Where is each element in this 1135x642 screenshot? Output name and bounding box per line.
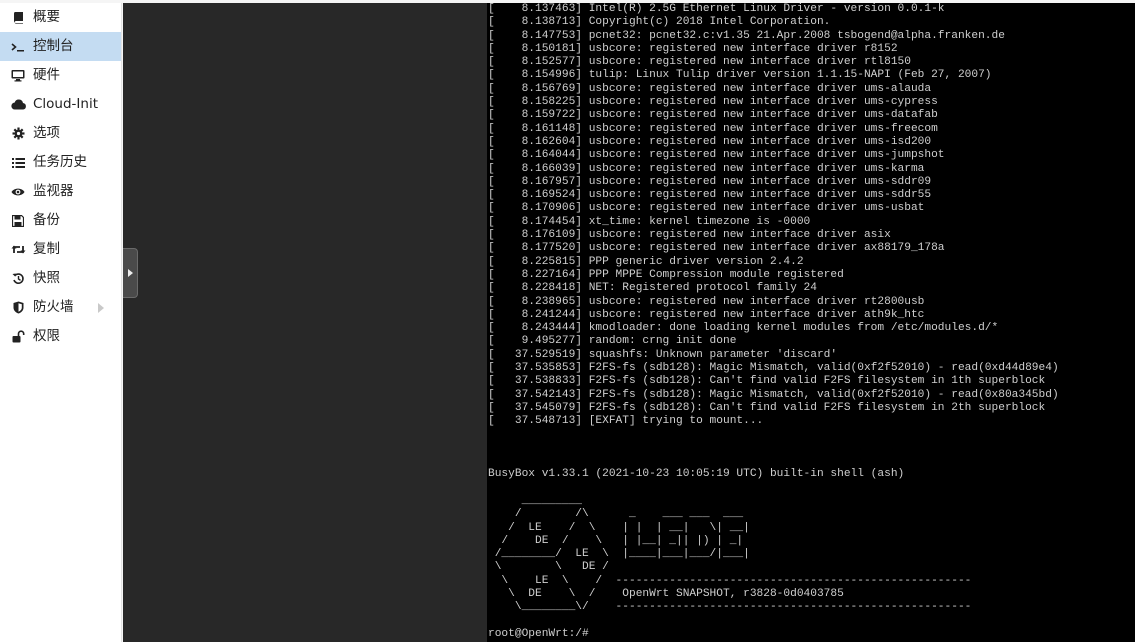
- terminal-line: [ 8.137463] Intel(R) 2.5G Ethernet Linux…: [488, 3, 945, 15]
- terminal-line: root@OpenWrt:/#: [488, 627, 589, 640]
- sidebar-item-label: 权限: [33, 328, 60, 344]
- sidebar-item-9[interactable]: 复制: [0, 235, 121, 264]
- sidebar-item-label: 防火墙: [33, 299, 74, 315]
- sidebar-item-label: 概要: [33, 9, 60, 25]
- sidebar-nav: 概要控制台硬件 Cloud-Init 选项任务历史监视器备份复制快照防火墙权限: [0, 3, 122, 642]
- terminal-line: BusyBox v1.33.1 (2021-10-23 10:05:19 UTC…: [488, 468, 905, 481]
- terminal-line: [ 8.227164] PPP MPPE Compression module …: [488, 268, 844, 281]
- submenu-arrow-icon: [98, 303, 104, 313]
- terminal-icon: [9, 32, 27, 61]
- terminal-line: [ 8.154996] tulip: Linux Tulip driver ve…: [488, 69, 992, 82]
- gear-icon: [9, 119, 27, 148]
- terminal-line: [ 8.138713] Copyright(c) 2018 Intel Corp…: [488, 16, 831, 29]
- terminal-line: [ 37.545079] F2FS-fs (sdb128): Can't fin…: [488, 401, 1046, 414]
- terminal-line: [ 37.548713] [EXFAT] trying to mount...: [488, 415, 764, 428]
- history-icon: [9, 264, 27, 293]
- terminal-line: [ 37.542143] F2FS-fs (sdb128): Magic Mis…: [488, 388, 1059, 401]
- desktop-icon: [9, 61, 27, 90]
- terminal-line: \ LE \ / -------------------------------…: [488, 574, 972, 587]
- terminal-line: \ \ DE /: [488, 561, 609, 574]
- terminal-line: [ 8.170906] usbcore: registered new inte…: [488, 202, 925, 215]
- terminal-line: [ 8.177520] usbcore: registered new inte…: [488, 242, 945, 255]
- sidebar-item-12[interactable]: 权限: [0, 322, 121, 351]
- list-icon: [9, 148, 27, 177]
- sidebar-item-2[interactable]: 控制台: [0, 32, 121, 61]
- terminal-line: / /\ _ ___ ___ ___: [488, 508, 744, 521]
- terminal-line: [ 8.152577] usbcore: registered new inte…: [488, 56, 911, 69]
- terminal-line: \________\/ ----------------------------…: [488, 601, 972, 614]
- sidebar-item-label: 控制台: [33, 38, 74, 54]
- terminal-line: _________: [488, 494, 582, 507]
- eye-icon: [9, 177, 27, 206]
- terminal-line: [ 37.529519] squashfs: Unknown parameter…: [488, 348, 838, 361]
- terminal-line: / DE / \ | |__| _|| |) | _|: [488, 534, 744, 547]
- sidebar-item-label: 硬件: [33, 67, 60, 83]
- terminal-line: [ 8.174454] xt_time: kernel timezone is …: [488, 215, 811, 228]
- sidebar-item-label: 选项: [33, 125, 60, 141]
- terminal-line: [ 8.156769] usbcore: registered new inte…: [488, 82, 932, 95]
- terminal-line: [ 8.162604] usbcore: registered new inte…: [488, 135, 932, 148]
- sidebar-item-11[interactable]: 防火墙: [0, 293, 121, 322]
- terminal-line: [ 8.150181] usbcore: registered new inte…: [488, 42, 898, 55]
- sidebar-item-3[interactable]: 硬件: [0, 61, 121, 90]
- sidebar-item-7[interactable]: 监视器: [0, 177, 121, 206]
- terminal-line: [ 8.225815] PPP generic driver version 2…: [488, 255, 804, 268]
- terminal-line: [ 8.228418] NET: Registered protocol fam…: [488, 282, 817, 295]
- retweet-icon: [9, 235, 27, 264]
- terminal-line: [ 8.243444] kmodloader: done loading ker…: [488, 322, 999, 335]
- terminal-line: [ 8.147753] pcnet32: pcnet32.c:v1.35 21.…: [488, 29, 1005, 42]
- terminal-line: [ 8.176109] usbcore: registered new inte…: [488, 229, 891, 242]
- sidebar-item-label: 监视器: [33, 183, 74, 199]
- sidebar-item-10[interactable]: 快照: [0, 264, 121, 293]
- terminal-line: [ 8.167957] usbcore: registered new inte…: [488, 175, 932, 188]
- sidebar-item-label: 复制: [33, 241, 60, 257]
- terminal-line: [ 8.241244] usbcore: registered new inte…: [488, 308, 925, 321]
- console-terminal[interactable]: [ 8.137463] Intel(R) 2.5G Ethernet Linux…: [487, 3, 1135, 642]
- terminal-line: \ DE \ / OpenWrt SNAPSHOT, r3828-0d04037…: [488, 588, 844, 601]
- unlock-icon: [9, 322, 27, 351]
- terminal-line: / LE / \ | | | __| \| __|: [488, 521, 750, 534]
- book-icon: [9, 3, 27, 32]
- sidebar-item-6[interactable]: 任务历史: [0, 148, 121, 177]
- floppy-icon: [9, 206, 27, 235]
- terminal-line: [ 37.535853] F2FS-fs (sdb128): Magic Mis…: [488, 362, 1059, 375]
- sidebar-collapse-handle[interactable]: [123, 248, 138, 298]
- sidebar-item-label: Cloud-Init: [33, 96, 99, 112]
- sidebar-item-1[interactable]: 概要: [0, 3, 121, 32]
- cloud-icon: [9, 90, 27, 119]
- terminal-line: [ 8.238965] usbcore: registered new inte…: [488, 295, 925, 308]
- terminal-output: [ 8.137463] Intel(R) 2.5G Ethernet Linux…: [487, 3, 1135, 641]
- terminal-line: [ 8.159722] usbcore: registered new inte…: [488, 109, 938, 122]
- terminal-line: [ 8.161148] usbcore: registered new inte…: [488, 122, 938, 135]
- sidebar-item-5[interactable]: 选项: [0, 119, 121, 148]
- sidebar-item-label: 快照: [33, 270, 60, 286]
- terminal-line: [ 8.158225] usbcore: registered new inte…: [488, 96, 938, 109]
- terminal-line: [ 8.164044] usbcore: registered new inte…: [488, 149, 945, 162]
- sidebar-item-label: 备份: [33, 212, 60, 228]
- sidebar-item-8[interactable]: 备份: [0, 206, 121, 235]
- sidebar-item-label: 任务历史: [33, 154, 87, 170]
- terminal-line: [ 8.166039] usbcore: registered new inte…: [488, 162, 925, 175]
- terminal-line: [ 9.495277] random: crng init done: [488, 335, 737, 348]
- sidebar-item-4[interactable]: Cloud-Init: [0, 90, 121, 119]
- terminal-line: /________/ LE \ |____|___|___/|___|: [488, 548, 750, 561]
- shield-icon: [9, 293, 27, 322]
- terminal-line: [ 8.169524] usbcore: registered new inte…: [488, 189, 932, 202]
- terminal-line: [ 37.538833] F2FS-fs (sdb128): Can't fin…: [488, 375, 1046, 388]
